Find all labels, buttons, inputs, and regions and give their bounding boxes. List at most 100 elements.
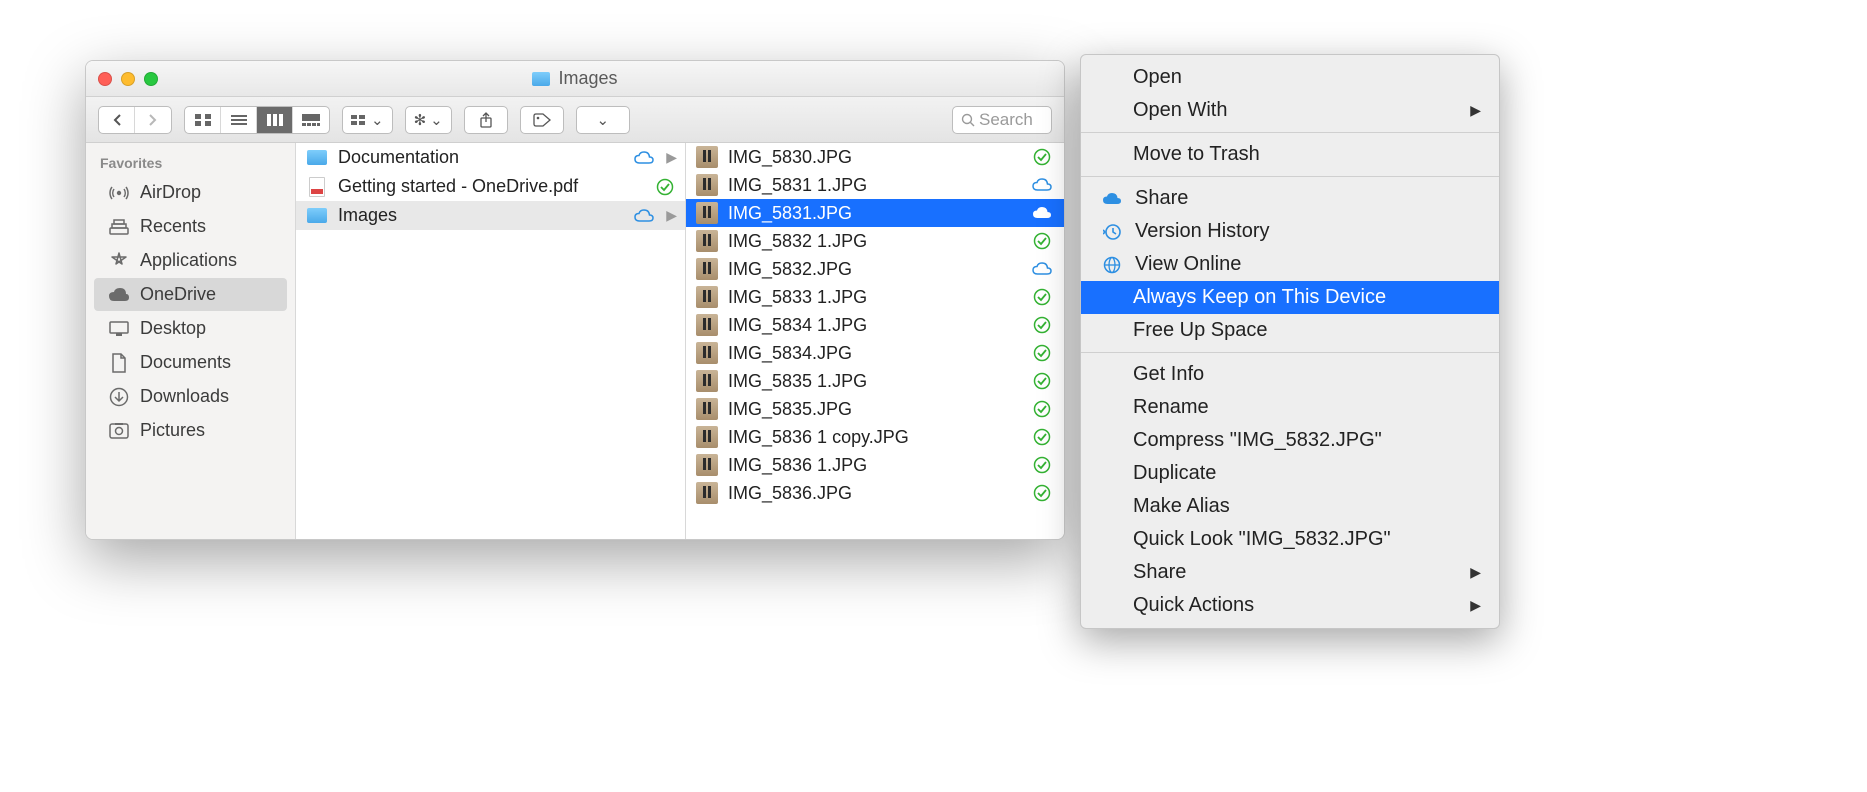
- search-input[interactable]: Search: [952, 106, 1052, 134]
- file-label: IMG_5830.JPG: [728, 147, 1020, 168]
- sidebar-item-pictures[interactable]: Pictures: [94, 414, 287, 447]
- menu-item-compress-img-5832-jpg[interactable]: Compress "IMG_5832.JPG": [1081, 424, 1499, 457]
- menu-item-get-info[interactable]: Get Info: [1081, 358, 1499, 391]
- menu-item-move-to-trash[interactable]: Move to Trash: [1081, 138, 1499, 171]
- maximize-window-button[interactable]: [144, 72, 158, 86]
- column1-row[interactable]: Documentation ▶: [296, 143, 685, 172]
- sidebar-item-downloads[interactable]: Downloads: [94, 380, 287, 413]
- menu-item-make-alias[interactable]: Make Alias: [1081, 490, 1499, 523]
- list-icon: [231, 114, 247, 126]
- close-window-button[interactable]: [98, 72, 112, 86]
- file-label: IMG_5832.JPG: [728, 259, 1020, 280]
- nav-buttons: [98, 106, 172, 134]
- menu-item-rename[interactable]: Rename: [1081, 391, 1499, 424]
- view-gallery-button[interactable]: [293, 107, 329, 133]
- gallery-icon: [302, 114, 320, 126]
- sync-status-icon: [1030, 484, 1054, 502]
- menu-item-label: Compress "IMG_5832.JPG": [1133, 429, 1382, 452]
- view-icon-button[interactable]: [185, 107, 221, 133]
- sync-status-icon: [1030, 428, 1054, 446]
- menu-item-version-history[interactable]: Version History: [1081, 215, 1499, 248]
- column2-row[interactable]: IMG_5832 1.JPG: [686, 227, 1064, 255]
- sidebar-item-airdrop[interactable]: AirDrop: [94, 176, 287, 209]
- tags-button[interactable]: [520, 106, 564, 134]
- sidebar-item-label: OneDrive: [140, 284, 216, 305]
- view-column-button[interactable]: [257, 107, 293, 133]
- menu-item-free-up-space[interactable]: Free Up Space: [1081, 314, 1499, 347]
- file-label: IMG_5832 1.JPG: [728, 231, 1020, 252]
- nav-forward-button[interactable]: [135, 107, 171, 133]
- titlebar: Images: [86, 61, 1064, 97]
- chevron-left-icon: [112, 113, 122, 127]
- sync-status-icon: [1030, 206, 1054, 220]
- chevron-right-icon: ▶: [666, 149, 677, 166]
- sidebar-item-label: Pictures: [140, 420, 205, 441]
- column2-row[interactable]: IMG_5836 1.JPG: [686, 451, 1064, 479]
- sync-status-icon: [1030, 288, 1054, 306]
- column2-row[interactable]: IMG_5834.JPG: [686, 339, 1064, 367]
- menu-item-open-with[interactable]: Open With▶: [1081, 94, 1499, 127]
- sidebar-item-applications[interactable]: Applications: [94, 244, 287, 277]
- action-button[interactable]: ✻ ⌄: [405, 106, 452, 134]
- image-thumbnail: [696, 454, 718, 476]
- applications-icon: [108, 251, 130, 271]
- column1-row[interactable]: Getting started - OneDrive.pdf: [296, 172, 685, 201]
- chevron-down-icon: ⌄: [430, 111, 443, 129]
- dropdown-button[interactable]: ⌄: [576, 106, 630, 134]
- menu-item-open[interactable]: Open: [1081, 61, 1499, 94]
- menu-item-view-online[interactable]: View Online: [1081, 248, 1499, 281]
- menu-item-label: Open With: [1133, 99, 1227, 122]
- content-area: Favorites AirDropRecentsApplicationsOneD…: [86, 143, 1064, 539]
- sidebar-item-label: Desktop: [140, 318, 206, 339]
- sidebar: Favorites AirDropRecentsApplicationsOneD…: [86, 143, 296, 539]
- column2-row[interactable]: IMG_5833 1.JPG: [686, 283, 1064, 311]
- sidebar-item-documents[interactable]: Documents: [94, 346, 287, 379]
- column2-row[interactable]: IMG_5835.JPG: [686, 395, 1064, 423]
- column2-row[interactable]: IMG_5836.JPG: [686, 479, 1064, 507]
- toolbar: ⌄ ✻ ⌄ ⌄ Search: [86, 97, 1064, 143]
- folder-icon: [532, 72, 550, 86]
- sync-status-icon: [1030, 316, 1054, 334]
- image-thumbnail: [696, 202, 718, 224]
- column2-row[interactable]: IMG_5831.JPG: [686, 199, 1064, 227]
- column2-row[interactable]: IMG_5832.JPG: [686, 255, 1064, 283]
- pictures-icon: [108, 423, 130, 439]
- image-thumbnail: [696, 314, 718, 336]
- minimize-window-button[interactable]: [121, 72, 135, 86]
- menu-item-share[interactable]: Share ▶: [1081, 556, 1499, 589]
- view-list-button[interactable]: [221, 107, 257, 133]
- window-title: Images: [532, 68, 617, 89]
- menu-item-duplicate[interactable]: Duplicate: [1081, 457, 1499, 490]
- file-label: IMG_5836.JPG: [728, 483, 1020, 504]
- sidebar-item-recents[interactable]: Recents: [94, 210, 287, 243]
- window-title-text: Images: [558, 68, 617, 89]
- menu-item-label: Quick Look "IMG_5832.JPG": [1133, 528, 1391, 551]
- menu-item-quick-actions[interactable]: Quick Actions▶: [1081, 589, 1499, 622]
- tag-icon: [533, 113, 551, 127]
- sidebar-item-onedrive[interactable]: OneDrive: [94, 278, 287, 311]
- columns-icon: [267, 114, 283, 126]
- submenu-arrow-icon: ▶: [1470, 564, 1481, 581]
- column2-row[interactable]: IMG_5836 1 copy.JPG: [686, 423, 1064, 451]
- menu-item-always-keep-on-this-device[interactable]: Always Keep on This Device: [1081, 281, 1499, 314]
- menu-item-label: Share: [1133, 561, 1186, 584]
- menu-separator: [1081, 176, 1499, 177]
- column2-row[interactable]: IMG_5830.JPG: [686, 143, 1064, 171]
- recents-icon: [108, 219, 130, 235]
- column1-row[interactable]: Images ▶: [296, 201, 685, 230]
- arrange-button[interactable]: ⌄: [342, 106, 393, 134]
- sync-status-icon: [653, 178, 677, 196]
- cloud-filled-icon: [1101, 192, 1123, 206]
- menu-separator: [1081, 132, 1499, 133]
- column2-row[interactable]: IMG_5831 1.JPG: [686, 171, 1064, 199]
- nav-back-button[interactable]: [99, 107, 135, 133]
- menu-item-share[interactable]: Share: [1081, 182, 1499, 215]
- menu-item-quick-look-img-5832-jpg[interactable]: Quick Look "IMG_5832.JPG": [1081, 523, 1499, 556]
- sidebar-item-desktop[interactable]: Desktop: [94, 312, 287, 345]
- column2-row[interactable]: IMG_5834 1.JPG: [686, 311, 1064, 339]
- column2-row[interactable]: IMG_5835 1.JPG: [686, 367, 1064, 395]
- sidebar-item-label: AirDrop: [140, 182, 201, 203]
- context-menu: OpenOpen With▶Move to TrashShareVersion …: [1080, 54, 1500, 629]
- image-thumbnail: [696, 286, 718, 308]
- share-button[interactable]: [464, 106, 508, 134]
